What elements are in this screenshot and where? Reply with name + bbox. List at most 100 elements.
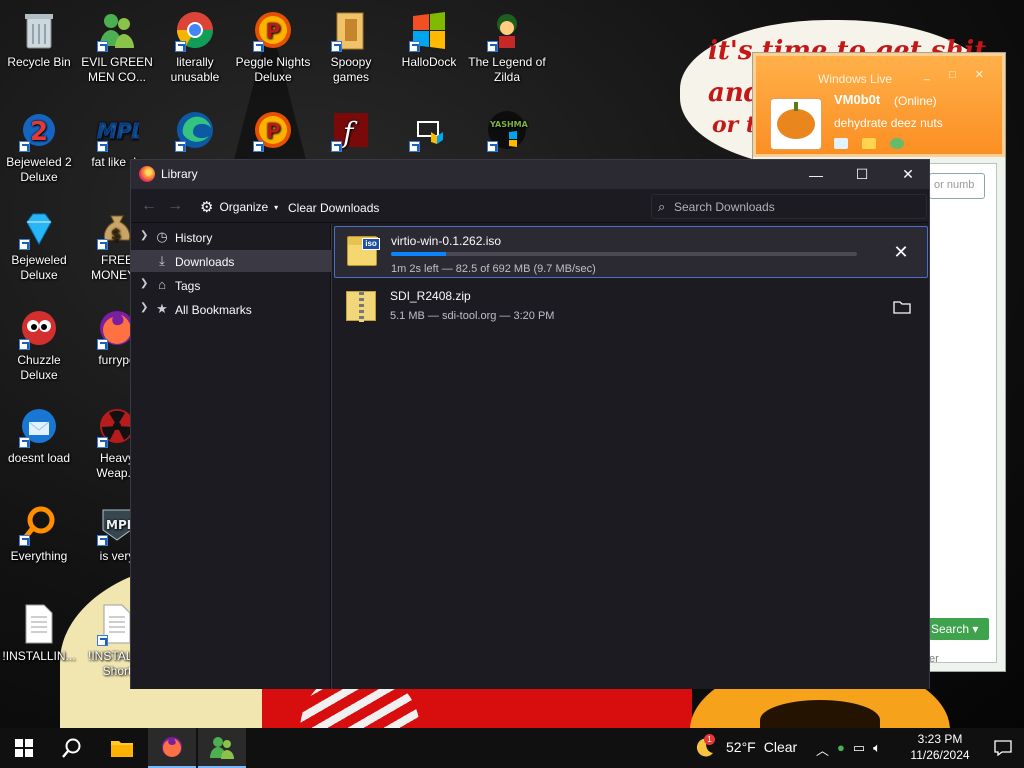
yashma-icon: YASHMA — [485, 108, 529, 152]
network-icon[interactable]: ▭ — [853, 740, 865, 759]
chevron-up-icon[interactable]: ︿ — [816, 740, 829, 759]
taskbar-weather[interactable]: 1 52°F Clear — [694, 734, 798, 758]
download-progress-bar — [391, 252, 857, 256]
desktop-icon-chrome[interactable]: literally unusable — [156, 8, 234, 85]
avatar[interactable] — [770, 98, 822, 150]
desktop-icon-admin-monitor[interactable] — [390, 108, 468, 155]
messenger-people-icon — [210, 737, 234, 759]
library-window[interactable]: Library — ☐ ✕ ← → ⚙ Organize ▾ Clear Dow… — [130, 159, 930, 689]
folder-icon[interactable] — [862, 138, 876, 149]
clear-downloads-button[interactable]: Clear Downloads — [288, 201, 379, 215]
sidebar-item-all-bookmarks[interactable]: ❯ ★ All Bookmarks — [131, 298, 331, 320]
start-button[interactable] — [0, 728, 48, 768]
taskbar-firefox[interactable] — [148, 728, 196, 768]
maximize-button[interactable]: ☐ — [839, 160, 885, 189]
notification-center-button[interactable] — [982, 728, 1024, 768]
search-downloads-box[interactable]: ⌕ — [651, 194, 927, 219]
chuzzle-icon — [17, 306, 61, 350]
show-in-folder-button[interactable] — [890, 295, 914, 319]
svg-text:$: $ — [111, 227, 121, 243]
desktop-icon-peggle-nights[interactable]: P Peggle Nights Deluxe — [234, 8, 312, 85]
desktop-icon-label: Spoopy games — [330, 55, 372, 84]
chevron-right-icon[interactable]: ❯ — [140, 302, 148, 313]
desktop-icon-label: Bejeweled Deluxe — [11, 253, 67, 282]
svg-text:2: 2 — [30, 117, 48, 147]
desktop-icon-evil-green-men[interactable]: EVIL GREEN MEN CO... — [78, 8, 156, 85]
download-progress-fill — [391, 252, 447, 256]
messenger-personal-message[interactable]: dehydrate deez nuts — [834, 116, 943, 130]
taskbar-clock[interactable]: 3:23 PM 11/26/2024 — [900, 731, 980, 763]
messenger-tray-icon[interactable]: ● — [837, 740, 845, 759]
desktop-icon-recycle-bin[interactable]: Recycle Bin — [0, 8, 78, 70]
thunderbird-icon — [17, 404, 61, 448]
minimize-button[interactable]: — — [793, 160, 839, 189]
library-titlebar[interactable]: Library — ☐ ✕ — [131, 160, 929, 189]
download-status: 5.1 MB — sdi-tool.org — 3:20 PM — [390, 310, 555, 322]
mail-icon[interactable] — [834, 138, 848, 149]
desktop-icon-label: literally unusable — [170, 55, 220, 84]
download-icon: ⤓ — [159, 253, 165, 268]
desktop-icon-spoopy-games[interactable]: Spoopy games — [312, 8, 390, 85]
messenger-username[interactable]: VM0b0t — [834, 92, 880, 107]
desktop-icon-legend-of-zilda[interactable]: The Legend of Zilda — [468, 8, 546, 85]
desktop-icon-peggle[interactable]: P — [234, 108, 312, 155]
back-arrow-icon[interactable]: ← — [141, 197, 157, 215]
taskbar-file-explorer[interactable] — [98, 728, 146, 768]
desktop-icon-flash[interactable]: f — [312, 108, 390, 155]
desktop-icon-hallodock[interactable]: HalloDock — [390, 8, 468, 70]
desktop-icon-thunderbird[interactable]: doesnt load — [0, 404, 78, 466]
sidebar-item-label: History — [175, 231, 213, 245]
clock-icon: ◷ — [156, 229, 168, 244]
wallpaper-text-3: or t — [712, 112, 757, 138]
folder-open-icon — [893, 301, 911, 314]
sidebar-item-label: All Bookmarks — [175, 303, 252, 317]
weather-condition: Clear — [763, 739, 798, 755]
messenger-window-controls[interactable]: _ □ ✕ — [924, 68, 992, 81]
clock-time: 3:23 PM — [917, 732, 963, 746]
desktop-icon-edge[interactable] — [156, 108, 234, 155]
search-button-label: Search — [931, 622, 970, 636]
desktop-icon-chuzzle[interactable]: Chuzzle Deluxe — [0, 306, 78, 383]
close-icon: ✕ — [893, 241, 909, 262]
close-button[interactable]: ✕ — [885, 160, 931, 189]
taskbar-search-button[interactable] — [48, 728, 96, 768]
sidebar-item-downloads[interactable]: ⤓ Downloads — [131, 250, 331, 272]
sidebar-item-label: Tags — [175, 279, 201, 293]
edge-icon — [173, 108, 217, 152]
sidebar-item-history[interactable]: ❯ ◷ History — [131, 226, 331, 248]
svg-text:P: P — [266, 119, 281, 143]
messenger-header: Windows Live _ □ ✕ VM0b0t (Online) dehyd… — [753, 53, 1005, 157]
forward-arrow-icon[interactable]: → — [167, 197, 183, 215]
desktop-icon-everything[interactable]: Everything — [0, 502, 78, 564]
download-item-virtio[interactable]: iso virtio-win-0.1.262.iso 1m 2s left — … — [334, 226, 928, 278]
chevron-right-icon[interactable]: ❯ — [140, 230, 148, 241]
download-item-sdi[interactable]: SDI_R2408.zip 5.1 MB — sdi-tool.org — 3:… — [334, 282, 928, 334]
iso-file-icon: iso — [347, 236, 380, 266]
gem-icon — [17, 206, 61, 250]
tag-icon: ⌂ — [158, 277, 166, 292]
mpl-icon: MPL — [95, 108, 139, 152]
desktop-icon-label: HalloDock — [401, 55, 457, 69]
messenger-search-field[interactable]: or numb — [929, 173, 985, 199]
chevron-right-icon[interactable]: ❯ — [140, 278, 148, 289]
desktop-icon-bejeweled-deluxe[interactable]: Bejeweled Deluxe — [0, 206, 78, 283]
desktop-icon-label: Peggle Nights Deluxe — [235, 55, 311, 84]
moon-icon: 1 — [694, 734, 718, 758]
desktop-icon-yashma[interactable]: YASHMA — [468, 108, 546, 155]
search-input[interactable] — [674, 198, 914, 216]
pumpkin-avatar-icon — [777, 102, 815, 139]
sidebar-item-tags[interactable]: ❯ ⌂ Tags — [131, 274, 331, 296]
admin-monitor-icon — [407, 108, 451, 152]
taskbar-messenger[interactable] — [198, 728, 246, 768]
messenger-status[interactable]: (Online) — [894, 94, 937, 108]
organize-button[interactable]: ⚙ Organize ▾ — [197, 196, 281, 218]
messenger-search-button[interactable]: Search ▾ — [929, 618, 989, 640]
peggle-icon: P — [251, 108, 295, 152]
volume-icon[interactable]: 🔈︎ — [873, 740, 881, 759]
chrome-icon — [173, 8, 217, 52]
desktop-icon-bejeweled-2[interactable]: 2 Bejeweled 2 Deluxe — [0, 108, 78, 185]
windows-logo-icon — [407, 8, 451, 52]
globe-icon[interactable] — [890, 138, 904, 149]
cancel-download-button[interactable]: ✕ — [889, 240, 913, 264]
desktop-icon-installing[interactable]: !INSTALLIN... — [0, 602, 78, 664]
